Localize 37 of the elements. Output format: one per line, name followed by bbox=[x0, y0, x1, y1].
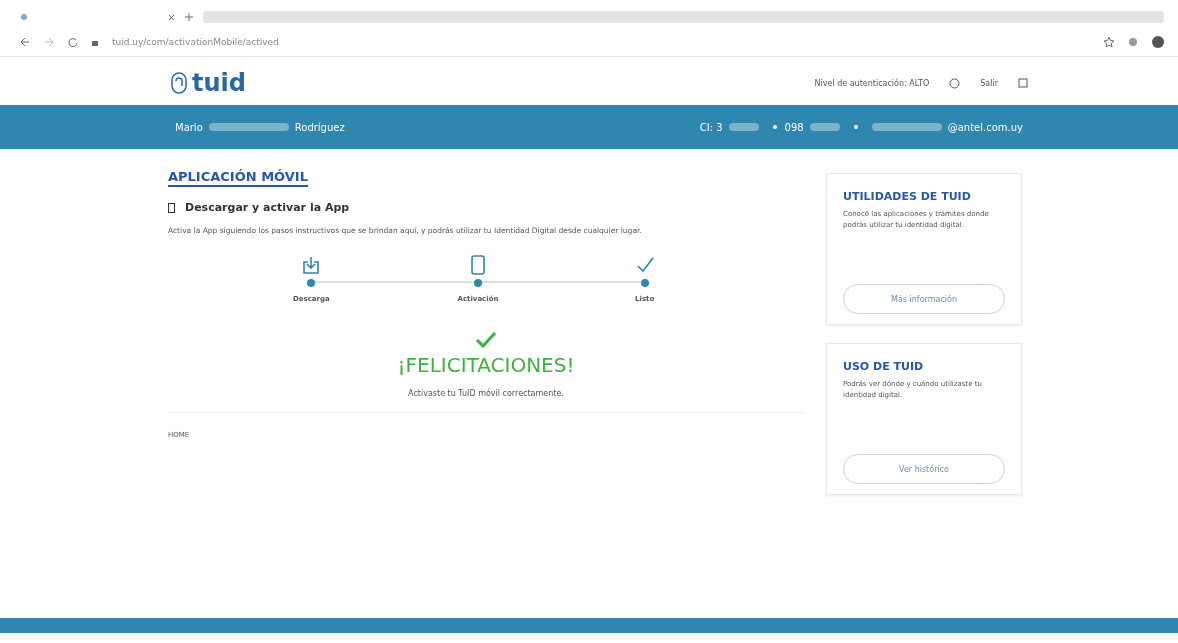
download-icon bbox=[302, 255, 321, 275]
subtitle: Descargar y activar la App bbox=[185, 201, 350, 214]
check-icon bbox=[475, 331, 497, 349]
back-icon[interactable] bbox=[20, 37, 30, 47]
redacted-block bbox=[871, 123, 942, 131]
logo-text: tuid bbox=[192, 69, 246, 97]
phone-icon bbox=[168, 202, 175, 213]
phone-icon bbox=[469, 255, 487, 275]
ci-text: CI: 3 bbox=[699, 121, 723, 133]
phone-text: 098 bbox=[784, 121, 804, 133]
section-title: APLICACIÓN MÓVIL bbox=[168, 169, 308, 187]
fingerprint-icon bbox=[170, 72, 188, 94]
logout-link[interactable]: Salir bbox=[980, 78, 998, 88]
card-title: UTILIDADES DE TUID bbox=[843, 190, 972, 203]
check-icon bbox=[635, 255, 654, 275]
extension-icon[interactable] bbox=[1128, 37, 1138, 47]
card-title: USO DE TUID bbox=[843, 360, 925, 373]
redacted-block bbox=[809, 123, 840, 131]
redacted-block bbox=[728, 123, 759, 131]
close-icon[interactable] bbox=[168, 13, 175, 21]
info-icon[interactable] bbox=[949, 77, 961, 89]
star-icon[interactable] bbox=[1104, 37, 1114, 47]
card-button[interactable]: Ver histórico bbox=[843, 454, 1005, 484]
lock-icon bbox=[92, 38, 98, 46]
reload-icon[interactable] bbox=[68, 37, 78, 47]
address-field[interactable]: tuid.uy/com/activationMobile/actived bbox=[112, 37, 1090, 47]
success-title: ¡FELICITACIONES! bbox=[397, 353, 575, 377]
first-name-text: Mario bbox=[175, 121, 203, 133]
plus-icon[interactable] bbox=[185, 13, 193, 21]
success-message: Activaste tu TuID móvil correctamente. bbox=[408, 389, 564, 398]
logout-icon[interactable] bbox=[1018, 78, 1028, 88]
card-button[interactable]: Más información bbox=[843, 284, 1005, 314]
account-icon[interactable] bbox=[1152, 36, 1164, 48]
favicon-icon bbox=[20, 13, 28, 21]
last-name-text: Rodríguez bbox=[294, 121, 345, 133]
auth-level-text: Nivel de autenticación: ALTO bbox=[814, 78, 930, 88]
email-text: @antel.com.uy bbox=[947, 121, 1023, 133]
